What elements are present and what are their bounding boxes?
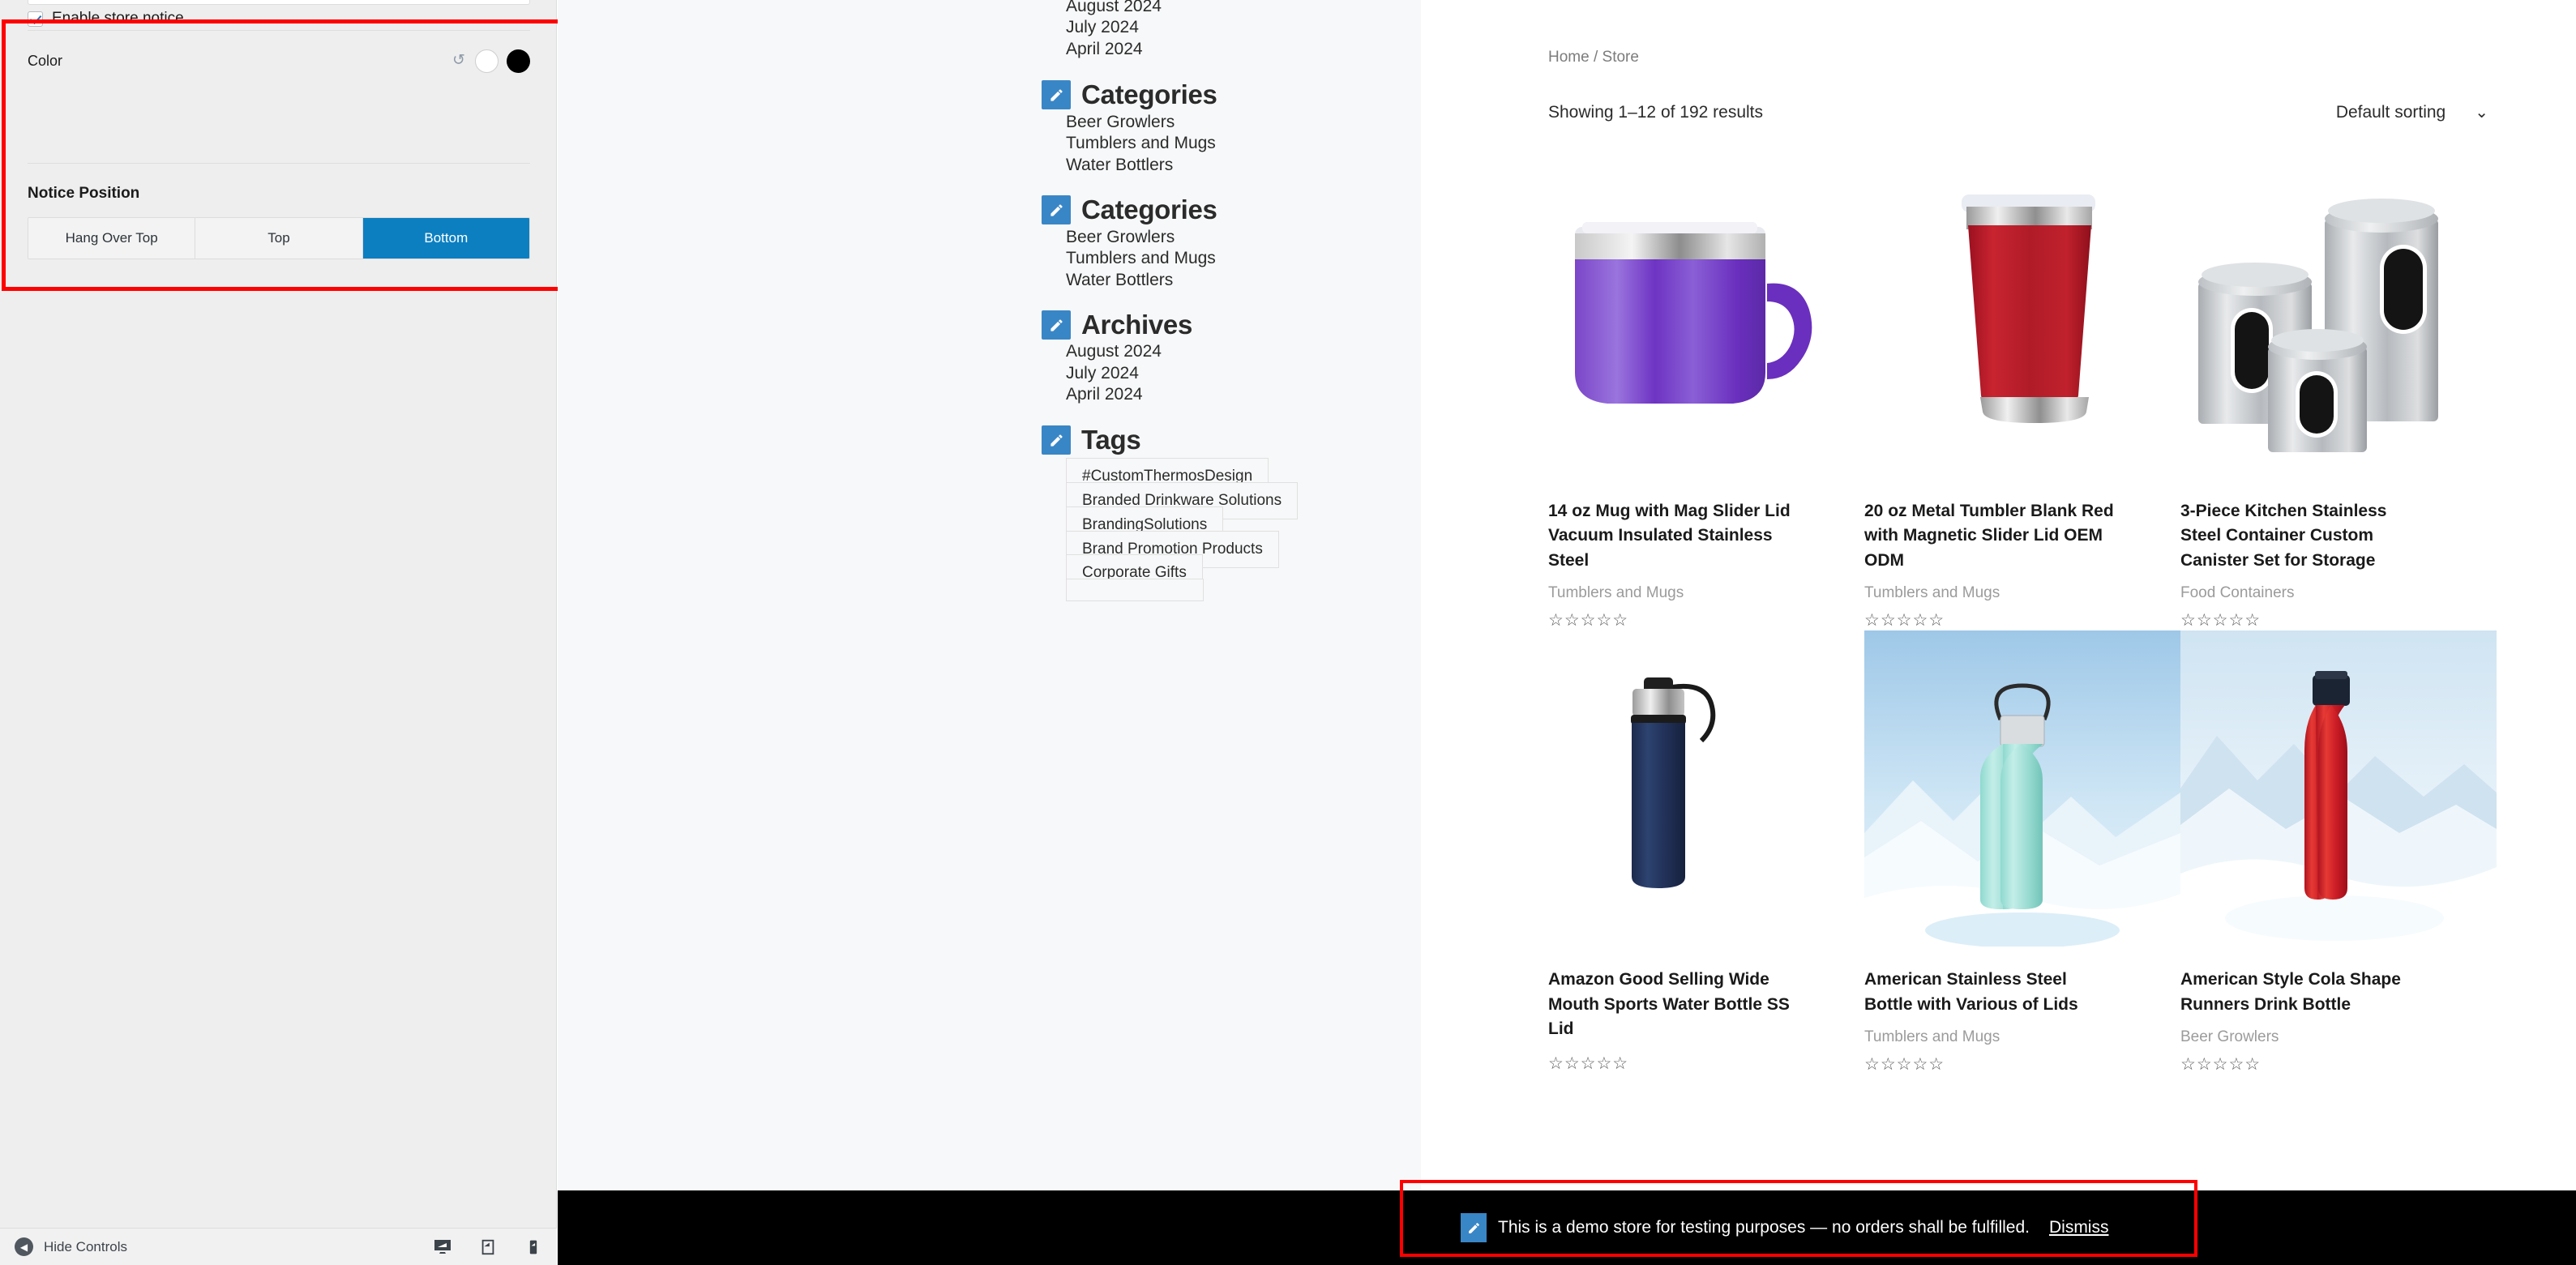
demo-store-notice-inner: This is a demo store for testing purpose… [1461, 1213, 2108, 1242]
desktop-preview-icon[interactable] [432, 1237, 453, 1258]
breadcrumb[interactable]: Home / Store [1548, 49, 1639, 66]
product-title[interactable]: Amazon Good Selling Wide Mouth Sports Wa… [1548, 968, 1799, 1041]
store-sidebar: August 2024 July 2024 April 2024 Categor… [558, 0, 1421, 1265]
sidebar-widget-header-archives: Archives [1042, 310, 1192, 340]
textarea-resize-handle[interactable]: ◢ [515, 0, 526, 2]
product-card[interactable]: 3-Piece Kitchen Stainless Steel Containe… [2180, 162, 2497, 630]
notice-position-bottom-button[interactable]: Bottom [363, 218, 529, 259]
divider-top [28, 30, 530, 31]
edit-pencil-icon[interactable] [1042, 425, 1071, 455]
product-rating-stars: ☆☆☆☆☆ [1864, 1054, 2180, 1075]
sidebar-widget-title: Archives [1081, 310, 1192, 340]
divider-bottom [28, 163, 530, 164]
notice-position-button-group: Hang Over Top Top Bottom [28, 217, 530, 259]
edit-pencil-icon[interactable] [1042, 80, 1071, 109]
notice-position-top-button[interactable]: Top [195, 218, 362, 259]
product-image-red-cola-bottle-snow[interactable] [2180, 630, 2497, 947]
notice-position-title: Notice Position [28, 185, 139, 203]
sidebar-archive-item[interactable]: August 2024 [1066, 342, 1162, 361]
chevron-down-icon: ⌄ [2475, 102, 2488, 122]
sidebar-widget-title: Categories [1081, 79, 1217, 110]
sidebar-widget-title: Categories [1081, 194, 1217, 225]
product-title[interactable]: American Stainless Steel Bottle with Var… [1864, 968, 2116, 1017]
product-category: Tumblers and Mugs [1864, 1028, 2180, 1046]
store-main-content: Home / Store Showing 1–12 of 192 results… [1421, 0, 2576, 1265]
device-preview-switcher [432, 1237, 544, 1258]
product-image-purple-insulated-mug[interactable] [1548, 162, 1864, 478]
product-title[interactable]: 3-Piece Kitchen Stainless Steel Containe… [2180, 499, 2432, 573]
product-category: Beer Growlers [2180, 1028, 2497, 1046]
results-count: Showing 1–12 of 192 results [1548, 103, 1763, 122]
sorting-select[interactable]: Default sorting ⌄ [2336, 102, 2488, 122]
edit-pencil-icon[interactable] [1042, 195, 1071, 224]
screen: ◢ Enable store notice Color ↺ Notice Pos… [0, 0, 2576, 1265]
sorting-selected-label: Default sorting [2336, 103, 2445, 122]
color-setting-row: Color ↺ [28, 45, 530, 77]
product-card[interactable]: 20 oz Metal Tumbler Blank Red with Magne… [1864, 162, 2180, 630]
sidebar-widget-title: Tags [1081, 425, 1140, 455]
notice-position-hang-over-top-button[interactable]: Hang Over Top [28, 218, 195, 259]
product-rating-stars: ☆☆☆☆☆ [2180, 610, 2497, 630]
color-swatch-black[interactable] [507, 49, 530, 73]
sidebar-category-item[interactable]: Tumblers and Mugs [1066, 134, 1216, 153]
product-category: Tumblers and Mugs [1548, 584, 1864, 602]
enable-store-notice-row[interactable]: Enable store notice [28, 10, 184, 28]
product-image-stainless-canister-set[interactable] [2180, 162, 2497, 478]
edit-pencil-icon[interactable] [1042, 310, 1071, 340]
color-swatch-white[interactable] [475, 49, 499, 73]
product-title[interactable]: 20 oz Metal Tumbler Blank Red with Magne… [1864, 499, 2116, 573]
product-card[interactable]: American Style Cola Shape Runners Drink … [2180, 630, 2497, 1075]
product-image-navy-sports-bottle[interactable] [1548, 630, 1864, 947]
sidebar-archive-item[interactable]: July 2024 [1066, 18, 1139, 37]
product-image-mint-bottle-snow[interactable] [1864, 630, 2180, 947]
product-card[interactable]: American Stainless Steel Bottle with Var… [1864, 630, 2180, 1075]
customizer-control-bar: ◀ Hide Controls [0, 1228, 557, 1265]
product-rating-stars: ☆☆☆☆☆ [1548, 1053, 1864, 1074]
mobile-preview-icon[interactable] [523, 1237, 544, 1258]
product-title[interactable]: American Style Cola Shape Runners Drink … [2180, 968, 2432, 1017]
product-rating-stars: ☆☆☆☆☆ [1864, 610, 2180, 630]
sidebar-archive-item[interactable]: July 2024 [1066, 364, 1139, 383]
theme-customizer-panel: ◢ Enable store notice Color ↺ Notice Pos… [0, 0, 557, 1228]
enable-store-notice-label: Enable store notice [52, 10, 184, 28]
hide-controls-label: Hide Controls [44, 1239, 127, 1255]
reset-icon[interactable]: ↺ [451, 53, 467, 69]
product-card[interactable]: Amazon Good Selling Wide Mouth Sports Wa… [1548, 630, 1864, 1075]
demo-store-notice-text: This is a demo store for testing purpose… [1498, 1218, 2030, 1237]
product-rating-stars: ☆☆☆☆☆ [1548, 610, 1864, 630]
product-category: Food Containers [2180, 584, 2497, 602]
sidebar-widget-header-categories: Categories [1042, 79, 1217, 110]
product-category: Tumblers and Mugs [1864, 584, 2180, 602]
sidebar-category-item[interactable]: Tumblers and Mugs [1066, 249, 1216, 268]
product-image-red-metal-tumbler[interactable] [1864, 162, 2180, 478]
sidebar-tag-item-partial[interactable] [1066, 579, 1204, 601]
sidebar-archive-item[interactable]: April 2024 [1066, 40, 1143, 59]
product-rating-stars: ☆☆☆☆☆ [2180, 1054, 2497, 1075]
color-label: Color [28, 53, 62, 70]
sidebar-archive-item[interactable]: April 2024 [1066, 385, 1143, 404]
sidebar-widget-header-tags: Tags [1042, 425, 1140, 455]
sidebar-widget-header-categories-2: Categories [1042, 194, 1217, 225]
sidebar-category-item[interactable]: Beer Growlers [1066, 113, 1175, 132]
results-toolbar: Showing 1–12 of 192 results Default sort… [1548, 102, 2488, 122]
product-title[interactable]: 14 oz Mug with Mag Slider Lid Vacuum Ins… [1548, 499, 1799, 573]
hide-controls-button[interactable]: ◀ Hide Controls [15, 1237, 127, 1256]
sidebar-category-item[interactable]: Beer Growlers [1066, 228, 1175, 247]
dismiss-notice-link[interactable]: Dismiss [2049, 1218, 2109, 1237]
enable-store-notice-checkbox[interactable] [28, 11, 43, 27]
product-card[interactable]: 14 oz Mug with Mag Slider Lid Vacuum Ins… [1548, 162, 1864, 630]
demo-store-notice-bar: This is a demo store for testing purpose… [558, 1190, 2576, 1265]
chevron-left-icon: ◀ [15, 1237, 33, 1256]
product-grid: 14 oz Mug with Mag Slider Lid Vacuum Ins… [1548, 162, 2497, 1075]
store-notice-textarea[interactable]: ◢ [28, 0, 530, 5]
sidebar-archive-item[interactable]: August 2024 [1066, 0, 1162, 16]
sidebar-category-item[interactable]: Water Bottlers [1066, 271, 1173, 290]
tablet-preview-icon[interactable] [477, 1237, 499, 1258]
sidebar-category-item[interactable]: Water Bottlers [1066, 156, 1173, 175]
edit-pencil-icon[interactable] [1461, 1213, 1487, 1242]
